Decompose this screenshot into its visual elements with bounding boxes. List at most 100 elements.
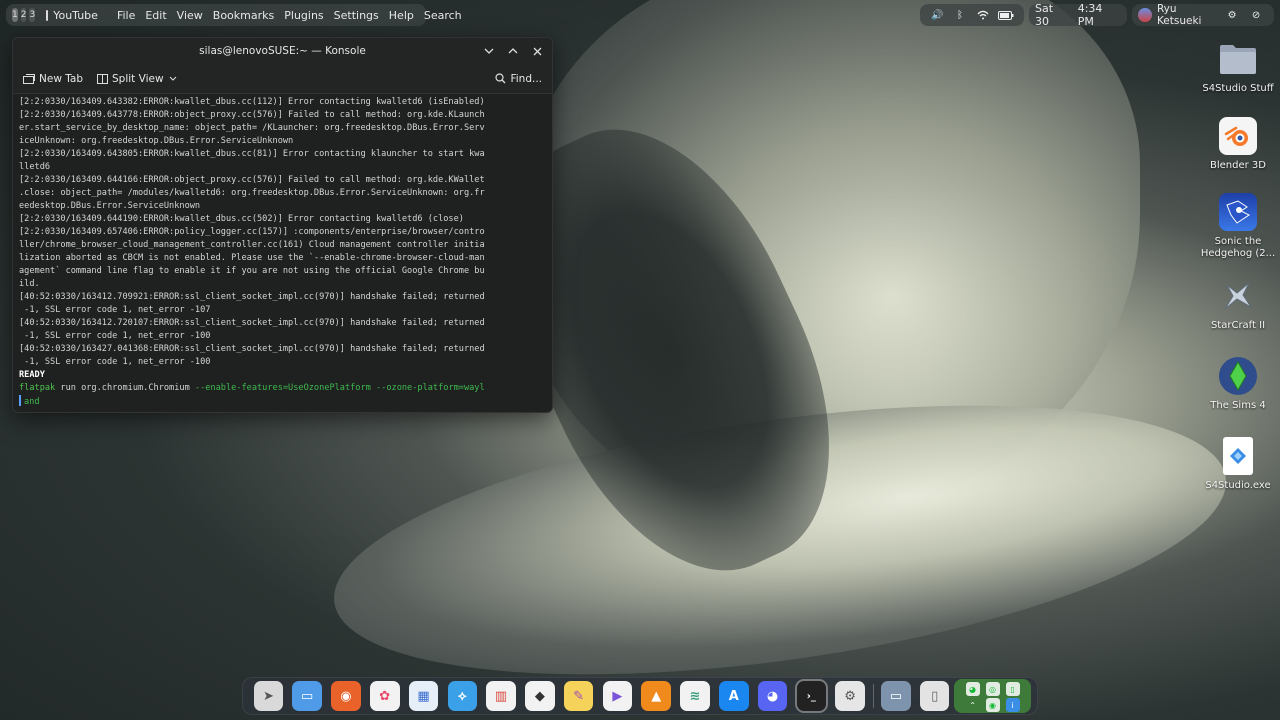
desktop-icon-label: Sonic the Hedgehog (2... — [1200, 236, 1276, 259]
terminal-line: ller/chrome_browser_cloud_management_con… — [19, 240, 485, 250]
terminal-command-wrap[interactable]: and — [19, 395, 546, 409]
wifi-icon[interactable] — [975, 7, 990, 23]
discord-icon[interactable]: ◕ — [757, 681, 788, 711]
konsole-window[interactable]: silas@lenovoSUSE:~ — Konsole New Tab Spl… — [12, 37, 553, 413]
dock-system-tray: ◕ ◎ ▯ ⌃ ◉ i — [954, 679, 1032, 713]
desktop-icon-s4studio-exe[interactable]: S4Studio.exe — [1196, 437, 1280, 492]
files-icon[interactable]: ▭ — [292, 681, 322, 711]
active-app-name[interactable]: YouTube — [53, 9, 98, 22]
blender-icon — [1219, 117, 1257, 155]
krita-icon[interactable]: ✎ — [563, 681, 594, 711]
terminal-line: -1, SSL error code 1, net_error -100 — [19, 331, 211, 341]
virtual-desktop-3[interactable]: 3 — [29, 8, 36, 22]
folder-icon — [1219, 40, 1257, 78]
info-tray-icon[interactable]: i — [1005, 698, 1020, 712]
menu-search[interactable]: Search — [424, 9, 462, 22]
app-store-icon[interactable]: A — [718, 681, 749, 711]
system-settings-icon[interactable]: ▦ — [408, 681, 439, 711]
terminal-icon[interactable]: ›_ — [794, 679, 829, 713]
office-icon[interactable]: ▥ — [486, 681, 516, 711]
bluetooth-icon[interactable]: ᛒ — [953, 7, 968, 23]
terminal-command-line[interactable]: flatpak run org.chromium.Chromium --enab… — [19, 382, 546, 395]
desktop-icon-blender[interactable]: Blender 3D — [1196, 117, 1280, 172]
steam-tray-icon[interactable]: ◎ — [985, 682, 1000, 696]
desktop-icon-label: S4Studio.exe — [1205, 480, 1271, 491]
chevron-down-icon — [484, 48, 494, 54]
user-name[interactable]: Ryu Ketsueki — [1157, 3, 1224, 27]
desktop-icon-sonic[interactable]: Sonic the Hedgehog (2... — [1196, 193, 1280, 260]
menu-plugins[interactable]: Plugins — [284, 9, 323, 22]
new-tab-label: New Tab — [39, 72, 84, 85]
search-icon — [495, 73, 506, 84]
inkscape-icon[interactable]: ◆ — [525, 681, 555, 711]
terminal-line: er.start_service_by_desktop_name: object… — [19, 123, 485, 133]
maximize-button[interactable] — [504, 42, 522, 60]
clock[interactable]: Sat 30 4:34 PM — [1029, 2, 1127, 28]
layers-icon[interactable]: ≋ — [680, 681, 710, 711]
trash-icon[interactable]: ▯ — [919, 681, 950, 711]
close-icon — [533, 47, 541, 55]
s4studio-icon — [1223, 437, 1253, 475]
menu-view[interactable]: View — [177, 9, 203, 22]
media-player-icon[interactable]: ▶ — [602, 681, 633, 711]
photos-icon[interactable]: ✿ — [369, 681, 400, 711]
command-flags: --enable-features=UseOzonePlatform --ozo… — [194, 383, 485, 393]
terminal-line: [2:2:0330/163409.643778:ERROR:object_pro… — [19, 110, 485, 120]
menu-settings[interactable]: Settings — [334, 9, 379, 22]
terminal-line: -1, SSL error code 1, net_error -100 — [19, 357, 211, 367]
new-tab-button[interactable]: New Tab — [23, 73, 83, 85]
clipboard-tray-icon[interactable]: ▯ — [1005, 682, 1020, 696]
close-button[interactable] — [528, 42, 546, 60]
command-binary: flatpak — [19, 383, 56, 393]
terminal-line: [40:52:0330/163427.041368:ERROR:ssl_clie… — [19, 344, 485, 354]
terminal-line: iceUnknown: org.freedesktop.DBus.Error.S… — [19, 136, 294, 146]
minimize-button[interactable] — [480, 42, 498, 60]
virtual-desktop-1[interactable]: 1 — [12, 8, 18, 22]
menu-help[interactable]: Help — [389, 9, 414, 22]
chevron-up-icon — [508, 48, 518, 54]
split-view-label: Split View — [112, 72, 164, 85]
starcraft-icon — [1219, 277, 1257, 315]
system-tray: 🔊 ᛒ — [920, 4, 1024, 26]
clock-date: Sat 30 — [1035, 2, 1054, 28]
settings-icon[interactable]: ⚙ — [1224, 7, 1240, 23]
menu-bookmarks[interactable]: Bookmarks — [213, 9, 274, 22]
konsole-toolbar: New Tab Split View Find... — [13, 64, 552, 94]
terminal-line: lletd6 — [19, 162, 51, 172]
user-panel: Ryu Ketsueki ⚙ ⊘ — [1132, 3, 1274, 27]
firefox-icon[interactable]: ◉ — [331, 681, 361, 711]
window-titlebar[interactable]: silas@lenovoSUSE:~ — Konsole — [13, 38, 552, 64]
desktop-icon-starcraft[interactable]: StarCraft II — [1196, 277, 1280, 332]
chevron-up-icon[interactable]: ⌃ — [966, 698, 980, 712]
system-monitor-icon[interactable]: ⚙ — [835, 681, 865, 711]
menu-file[interactable]: File — [117, 9, 135, 22]
desktop-icon-s4studio-stuff[interactable]: S4Studio Stuff — [1196, 40, 1280, 95]
command-wrap-text: and — [24, 397, 40, 407]
terminal-output[interactable]: [2:2:0330/163409.643382:ERROR:kwallet_db… — [13, 94, 552, 411]
desktop-icon-label: Blender 3D — [1210, 160, 1266, 171]
menu-edit[interactable]: Edit — [145, 9, 166, 22]
vlc-icon[interactable]: ▲ — [641, 681, 671, 711]
sonic-icon — [1219, 193, 1257, 231]
terminal-ready-line: READY — [19, 370, 45, 380]
notifications-icon[interactable]: ⊘ — [1248, 7, 1264, 23]
steam-tray-icon-2[interactable]: ◉ — [985, 698, 1000, 712]
find-button[interactable]: Find... — [495, 73, 542, 85]
user-avatar[interactable] — [1138, 8, 1152, 22]
volume-icon[interactable]: 🔊 — [930, 7, 945, 23]
discord-tray-icon[interactable]: ◕ — [965, 682, 980, 696]
downloads-folder-icon[interactable]: ▭ — [881, 681, 911, 711]
battery-icon[interactable] — [998, 7, 1014, 23]
desktop-icon-sims4[interactable]: The Sims 4 — [1196, 357, 1280, 412]
sims-icon — [1219, 357, 1257, 395]
terminal-line: [2:2:0330/163409.644166:ERROR:object_pro… — [19, 175, 485, 185]
kde-connect-icon[interactable]: ⟡ — [447, 681, 478, 711]
split-view-button[interactable]: Split View — [97, 73, 181, 85]
launchpad-icon[interactable]: ➤ — [253, 681, 284, 711]
terminal-line: [2:2:0330/163409.644190:ERROR:kwallet_db… — [19, 214, 464, 224]
dock-separator — [872, 684, 874, 708]
clock-time: 4:34 PM — [1077, 2, 1103, 28]
virtual-desktop-2[interactable]: 2 — [20, 8, 27, 22]
terminal-line: [2:2:0330/163409.643382:ERROR:kwallet_db… — [19, 97, 485, 107]
chevron-down-icon — [169, 76, 176, 81]
